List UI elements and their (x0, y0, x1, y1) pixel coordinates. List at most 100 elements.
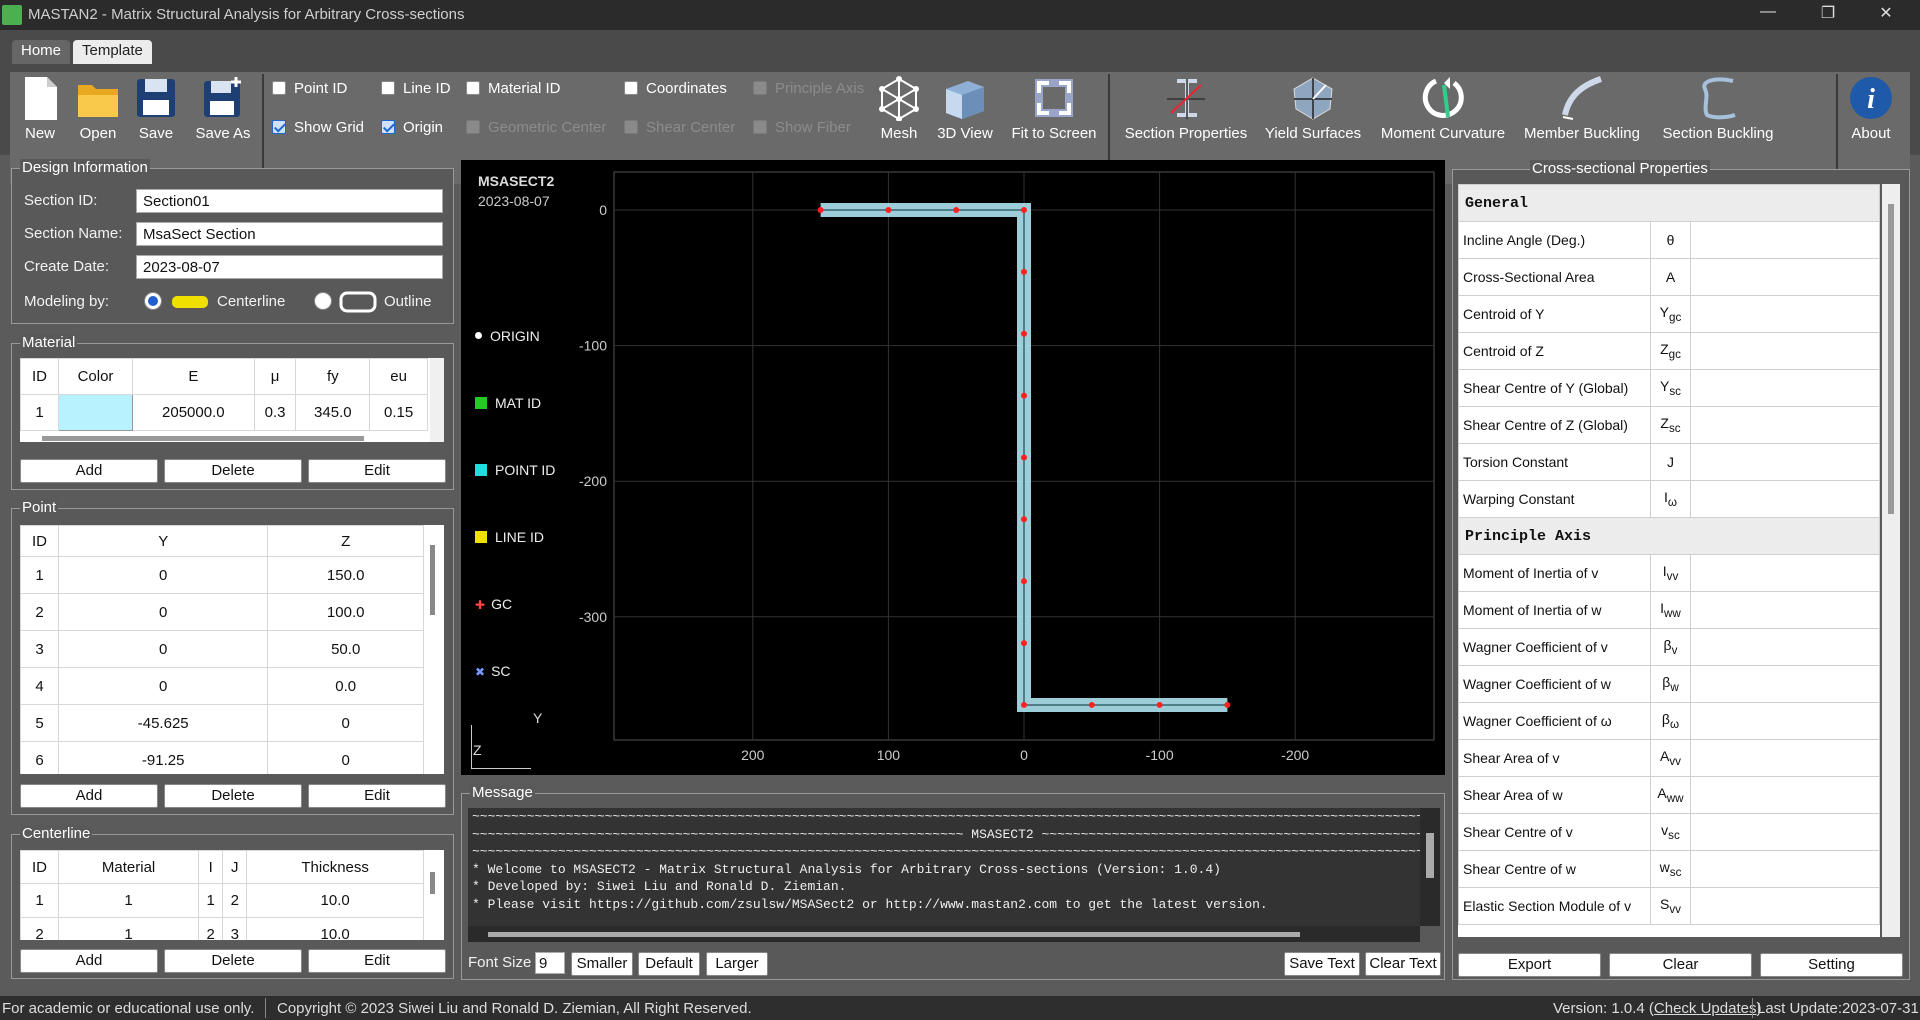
table-row[interactable]: 1 0 150.0 (20, 556, 424, 594)
geometric-center-checkbox[interactable]: Geometric Center (466, 119, 606, 139)
save-button[interactable]: Save (128, 75, 184, 142)
font-size-input[interactable]: 9 (535, 952, 565, 974)
point-edit-button[interactable]: Edit (308, 784, 446, 808)
centerline-thickness-cell[interactable]: 10.0 (246, 917, 424, 940)
export-button[interactable]: Export (1458, 953, 1601, 977)
centerline-radio[interactable] (144, 292, 162, 310)
table-row[interactable]: 2 1 2 3 10.0 (20, 917, 424, 940)
centerline-id-cell[interactable]: 1 (20, 883, 59, 918)
centerline-id-cell[interactable]: 2 (20, 917, 59, 940)
open-button[interactable]: Open (70, 75, 126, 142)
line-id-checkbox[interactable]: Line ID (381, 80, 451, 100)
origin-checkbox[interactable]: Origin (381, 119, 443, 139)
about-button[interactable]: i About (1846, 75, 1896, 142)
larger-button[interactable]: Larger (706, 952, 768, 976)
clear-text-button[interactable]: Clear Text (1365, 952, 1441, 976)
centerline-vscrollbar[interactable] (430, 872, 435, 894)
centerline-i-cell[interactable]: 1 (198, 883, 224, 918)
point-y-cell[interactable]: 0 (57, 593, 269, 631)
clear-button[interactable]: Clear (1609, 953, 1752, 977)
check-updates-link[interactable]: Check Updates (1654, 1000, 1757, 1017)
point-y-cell[interactable]: -91.25 (57, 741, 269, 774)
centerline-edit-button[interactable]: Edit (308, 949, 446, 973)
point-id-cell[interactable]: 6 (20, 741, 59, 774)
material-hscrollbar[interactable] (42, 436, 364, 441)
show-grid-checkbox[interactable]: Show Grid (272, 119, 364, 139)
centerline-thickness-cell[interactable]: 10.0 (246, 883, 424, 918)
new-button[interactable]: New (12, 75, 68, 142)
table-row[interactable]: 2 0 100.0 (20, 593, 424, 631)
material-edit-button[interactable]: Edit (308, 459, 446, 483)
point-id-cell[interactable]: 4 (20, 667, 59, 705)
point-z-cell[interactable]: 0 (267, 741, 424, 774)
moment-curvature-button[interactable]: Moment Curvature (1378, 75, 1508, 142)
material-color-swatch[interactable] (58, 394, 133, 431)
material-id-cell[interactable]: 1 (20, 394, 59, 431)
section-buckling-button[interactable]: Section Buckling (1656, 75, 1780, 142)
point-delete-button[interactable]: Delete (164, 784, 302, 808)
centerline-material-cell[interactable]: 1 (57, 883, 200, 918)
tab-template[interactable]: Template (73, 40, 152, 64)
shear-center-checkbox[interactable]: Shear Center (624, 119, 735, 139)
point-z-cell[interactable]: 100.0 (267, 593, 424, 631)
section-name-field[interactable]: MsaSect Section (136, 222, 443, 246)
outline-radio[interactable] (314, 292, 332, 310)
3d-view-button[interactable]: 3D View (934, 75, 996, 142)
coordinates-checkbox[interactable]: Coordinates (624, 80, 727, 100)
point-z-cell[interactable]: 0 (267, 704, 424, 742)
message-vscrollbar[interactable] (1420, 808, 1440, 926)
point-vscrollbar[interactable] (430, 545, 435, 615)
table-row[interactable]: 4 0 0.0 (20, 667, 424, 705)
material-vscrollbar[interactable] (430, 358, 444, 442)
material-add-button[interactable]: Add (20, 459, 158, 483)
table-row[interactable]: 6 -91.25 0 (20, 741, 424, 774)
material-eu-cell[interactable]: 0.15 (369, 394, 428, 431)
centerline-add-button[interactable]: Add (20, 949, 158, 973)
table-row[interactable]: 1 1 1 2 10.0 (20, 883, 424, 918)
setting-button[interactable]: Setting (1760, 953, 1903, 977)
material-fy-cell[interactable]: 345.0 (295, 394, 371, 431)
fit-to-screen-button[interactable]: Fit to Screen (1008, 75, 1100, 142)
section-canvas[interactable]: MSASECT2 2023-08-07 ORIGIN MAT ID POINT ID… (461, 160, 1445, 775)
point-z-cell[interactable]: 150.0 (267, 556, 424, 594)
properties-vscrollbar[interactable] (1882, 184, 1900, 937)
point-id-checkbox[interactable]: Point ID (272, 80, 347, 100)
restore-button[interactable]: ❐ (1808, 3, 1848, 27)
default-button[interactable]: Default (638, 952, 700, 976)
material-mu-cell[interactable]: 0.3 (253, 394, 297, 431)
centerline-j-cell[interactable]: 3 (222, 917, 248, 940)
show-fiber-checkbox[interactable]: Show Fiber (753, 119, 851, 139)
member-buckling-button[interactable]: Member Buckling (1518, 75, 1646, 142)
point-y-cell[interactable]: 0 (57, 556, 269, 594)
minimize-button[interactable]: — (1748, 3, 1788, 27)
table-row[interactable]: 1 205000.0 0.3 345.0 0.15 (20, 394, 428, 431)
point-y-cell[interactable]: -45.625 (57, 704, 269, 742)
section-plot[interactable]: 200 100 0 -100 -200 0 -100 -200 -300 (461, 160, 1445, 775)
centerline-delete-button[interactable]: Delete (164, 949, 302, 973)
message-hscrollbar[interactable] (468, 926, 1420, 942)
smaller-button[interactable]: Smaller (571, 952, 633, 976)
section-properties-button[interactable]: Section Properties (1118, 75, 1254, 142)
save-as-button[interactable]: Save As (190, 75, 256, 142)
yield-surfaces-button[interactable]: Yield Surfaces (1260, 75, 1366, 142)
point-z-cell[interactable]: 0.0 (267, 667, 424, 705)
centerline-j-cell[interactable]: 2 (222, 883, 248, 918)
table-row[interactable]: 3 0 50.0 (20, 630, 424, 668)
close-button[interactable]: ✕ (1866, 3, 1906, 27)
material-delete-button[interactable]: Delete (164, 459, 302, 483)
material-id-checkbox[interactable]: Material ID (466, 80, 561, 100)
point-y-cell[interactable]: 0 (57, 667, 269, 705)
point-z-cell[interactable]: 50.0 (267, 630, 424, 668)
point-y-cell[interactable]: 0 (57, 630, 269, 668)
centerline-material-cell[interactable]: 1 (57, 917, 200, 940)
centerline-i-cell[interactable]: 2 (198, 917, 224, 940)
point-id-cell[interactable]: 1 (20, 556, 59, 594)
point-add-button[interactable]: Add (20, 784, 158, 808)
table-row[interactable]: 5 -45.625 0 (20, 704, 424, 742)
tab-home[interactable]: Home (12, 40, 71, 64)
save-text-button[interactable]: Save Text (1284, 952, 1360, 976)
section-id-field[interactable]: Section01 (136, 189, 443, 213)
material-e-cell[interactable]: 205000.0 (132, 394, 255, 431)
point-id-cell[interactable]: 5 (20, 704, 59, 742)
mesh-button[interactable]: Mesh (874, 75, 924, 142)
